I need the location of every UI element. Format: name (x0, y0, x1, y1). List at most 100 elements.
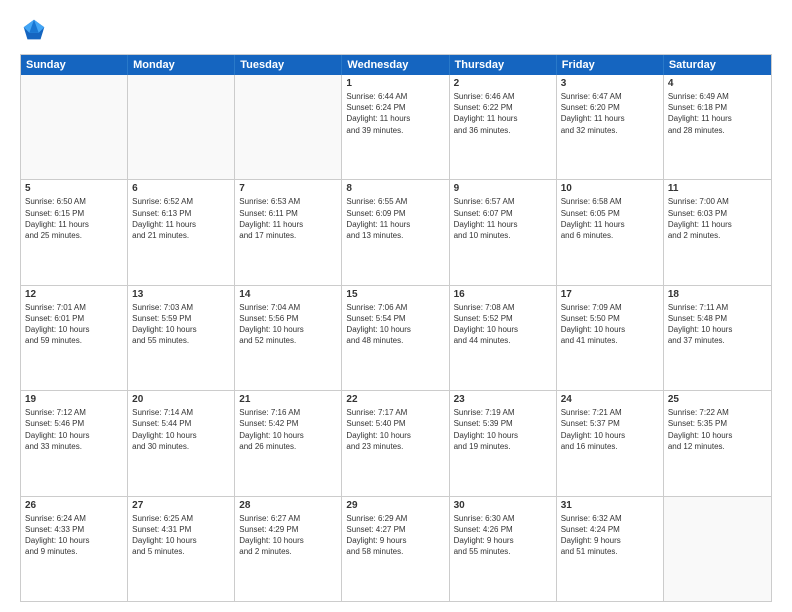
day-info: Sunrise: 7:14 AM Sunset: 5:44 PM Dayligh… (132, 407, 230, 452)
day-info: Sunrise: 6:25 AM Sunset: 4:31 PM Dayligh… (132, 513, 230, 558)
day-number: 15 (346, 289, 444, 300)
day-cell: 22 Sunrise: 7:17 AM Sunset: 5:40 PM Dayli… (342, 391, 449, 495)
day-cell: 27 Sunrise: 6:25 AM Sunset: 4:31 PM Dayli… (128, 497, 235, 601)
calendar-week-row: 19 Sunrise: 7:12 AM Sunset: 5:46 PM Dayli… (21, 391, 771, 496)
empty-cell (128, 75, 235, 179)
day-cell: 2 Sunrise: 6:46 AM Sunset: 6:22 PM Daylig… (450, 75, 557, 179)
day-cell: 17 Sunrise: 7:09 AM Sunset: 5:50 PM Dayli… (557, 286, 664, 390)
day-number: 22 (346, 394, 444, 405)
day-cell: 3 Sunrise: 6:47 AM Sunset: 6:20 PM Daylig… (557, 75, 664, 179)
day-info: Sunrise: 7:01 AM Sunset: 6:01 PM Dayligh… (25, 302, 123, 347)
logo-icon (20, 16, 48, 44)
calendar-week-row: 26 Sunrise: 6:24 AM Sunset: 4:33 PM Dayli… (21, 497, 771, 601)
day-number: 2 (454, 78, 552, 89)
day-info: Sunrise: 7:03 AM Sunset: 5:59 PM Dayligh… (132, 302, 230, 347)
day-info: Sunrise: 6:49 AM Sunset: 6:18 PM Dayligh… (668, 91, 767, 136)
day-number: 20 (132, 394, 230, 405)
day-info: Sunrise: 6:24 AM Sunset: 4:33 PM Dayligh… (25, 513, 123, 558)
day-cell: 23Sunrise: 7:19 AM Sunset: 5:39 PM Dayli… (450, 391, 557, 495)
day-number: 25 (668, 394, 767, 405)
calendar-body: 1Sunrise: 6:44 AM Sunset: 6:24 PM Daylig… (21, 75, 771, 601)
day-cell: 13 Sunrise: 7:03 AM Sunset: 5:59 PM Dayli… (128, 286, 235, 390)
day-info: Sunrise: 6:32 AM Sunset: 4:24 PM Dayligh… (561, 513, 659, 558)
day-info: Sunrise: 7:08 AM Sunset: 5:52 PM Dayligh… (454, 302, 552, 347)
weekday-header: Thursday (450, 55, 557, 75)
day-number: 8 (346, 183, 444, 194)
day-info: Sunrise: 7:17 AM Sunset: 5:40 PM Dayligh… (346, 407, 444, 452)
day-info: Sunrise: 6:47 AM Sunset: 6:20 PM Dayligh… (561, 91, 659, 136)
day-cell: 28Sunrise: 6:27 AM Sunset: 4:29 PM Dayli… (235, 497, 342, 601)
day-cell: 1Sunrise: 6:44 AM Sunset: 6:24 PM Daylig… (342, 75, 449, 179)
day-number: 6 (132, 183, 230, 194)
day-info: Sunrise: 6:46 AM Sunset: 6:22 PM Dayligh… (454, 91, 552, 136)
day-number: 10 (561, 183, 659, 194)
day-cell: 20 Sunrise: 7:14 AM Sunset: 5:44 PM Dayli… (128, 391, 235, 495)
day-cell: 16 Sunrise: 7:08 AM Sunset: 5:52 PM Dayli… (450, 286, 557, 390)
day-number: 12 (25, 289, 123, 300)
day-info: Sunrise: 6:52 AM Sunset: 6:13 PM Dayligh… (132, 196, 230, 241)
weekday-header: Wednesday (342, 55, 449, 75)
day-number: 13 (132, 289, 230, 300)
day-cell: 8 Sunrise: 6:55 AM Sunset: 6:09 PM Daylig… (342, 180, 449, 284)
day-cell: 31 Sunrise: 6:32 AM Sunset: 4:24 PM Dayli… (557, 497, 664, 601)
empty-cell (21, 75, 128, 179)
page: SundayMondayTuesdayWednesdayThursdayFrid… (0, 0, 792, 612)
day-cell: 12 Sunrise: 7:01 AM Sunset: 6:01 PM Dayli… (21, 286, 128, 390)
day-cell: 5 Sunrise: 6:50 AM Sunset: 6:15 PM Daylig… (21, 180, 128, 284)
day-cell: 24 Sunrise: 7:21 AM Sunset: 5:37 PM Dayli… (557, 391, 664, 495)
weekday-header: Sunday (21, 55, 128, 75)
header (20, 16, 772, 44)
day-info: Sunrise: 7:16 AM Sunset: 5:42 PM Dayligh… (239, 407, 337, 452)
day-info: Sunrise: 7:21 AM Sunset: 5:37 PM Dayligh… (561, 407, 659, 452)
logo (20, 16, 52, 44)
day-number: 14 (239, 289, 337, 300)
calendar-week-row: 12 Sunrise: 7:01 AM Sunset: 6:01 PM Dayli… (21, 286, 771, 391)
day-cell: 6 Sunrise: 6:52 AM Sunset: 6:13 PM Daylig… (128, 180, 235, 284)
day-number: 7 (239, 183, 337, 194)
day-info: Sunrise: 6:58 AM Sunset: 6:05 PM Dayligh… (561, 196, 659, 241)
day-info: Sunrise: 7:04 AM Sunset: 5:56 PM Dayligh… (239, 302, 337, 347)
calendar-header: SundayMondayTuesdayWednesdayThursdayFrid… (21, 55, 771, 75)
day-info: Sunrise: 6:30 AM Sunset: 4:26 PM Dayligh… (454, 513, 552, 558)
day-info: Sunrise: 7:09 AM Sunset: 5:50 PM Dayligh… (561, 302, 659, 347)
calendar-week-row: 5 Sunrise: 6:50 AM Sunset: 6:15 PM Daylig… (21, 180, 771, 285)
calendar: SundayMondayTuesdayWednesdayThursdayFrid… (20, 54, 772, 602)
day-number: 17 (561, 289, 659, 300)
day-cell: 21 Sunrise: 7:16 AM Sunset: 5:42 PM Dayli… (235, 391, 342, 495)
day-number: 23 (454, 394, 552, 405)
day-number: 28 (239, 500, 337, 511)
day-cell: 15 Sunrise: 7:06 AM Sunset: 5:54 PM Dayli… (342, 286, 449, 390)
day-info: Sunrise: 6:50 AM Sunset: 6:15 PM Dayligh… (25, 196, 123, 241)
day-number: 11 (668, 183, 767, 194)
day-number: 27 (132, 500, 230, 511)
weekday-header: Tuesday (235, 55, 342, 75)
day-info: Sunrise: 7:06 AM Sunset: 5:54 PM Dayligh… (346, 302, 444, 347)
day-cell: 25Sunrise: 7:22 AM Sunset: 5:35 PM Dayli… (664, 391, 771, 495)
day-number: 4 (668, 78, 767, 89)
weekday-header: Friday (557, 55, 664, 75)
day-cell: 26 Sunrise: 6:24 AM Sunset: 4:33 PM Dayli… (21, 497, 128, 601)
day-number: 31 (561, 500, 659, 511)
day-number: 21 (239, 394, 337, 405)
day-cell: 9Sunrise: 6:57 AM Sunset: 6:07 PM Daylig… (450, 180, 557, 284)
day-info: Sunrise: 7:00 AM Sunset: 6:03 PM Dayligh… (668, 196, 767, 241)
day-cell: 30 Sunrise: 6:30 AM Sunset: 4:26 PM Dayli… (450, 497, 557, 601)
day-info: Sunrise: 6:53 AM Sunset: 6:11 PM Dayligh… (239, 196, 337, 241)
day-cell: 10 Sunrise: 6:58 AM Sunset: 6:05 PM Dayli… (557, 180, 664, 284)
day-info: Sunrise: 6:55 AM Sunset: 6:09 PM Dayligh… (346, 196, 444, 241)
day-info: Sunrise: 6:29 AM Sunset: 4:27 PM Dayligh… (346, 513, 444, 558)
day-number: 16 (454, 289, 552, 300)
day-cell: 18Sunrise: 7:11 AM Sunset: 5:48 PM Dayli… (664, 286, 771, 390)
day-cell: 4 Sunrise: 6:49 AM Sunset: 6:18 PM Daylig… (664, 75, 771, 179)
day-number: 3 (561, 78, 659, 89)
day-number: 5 (25, 183, 123, 194)
day-number: 24 (561, 394, 659, 405)
day-info: Sunrise: 7:12 AM Sunset: 5:46 PM Dayligh… (25, 407, 123, 452)
day-number: 29 (346, 500, 444, 511)
day-number: 26 (25, 500, 123, 511)
day-info: Sunrise: 7:11 AM Sunset: 5:48 PM Dayligh… (668, 302, 767, 347)
day-number: 19 (25, 394, 123, 405)
day-number: 30 (454, 500, 552, 511)
day-number: 9 (454, 183, 552, 194)
day-cell: 14 Sunrise: 7:04 AM Sunset: 5:56 PM Dayli… (235, 286, 342, 390)
